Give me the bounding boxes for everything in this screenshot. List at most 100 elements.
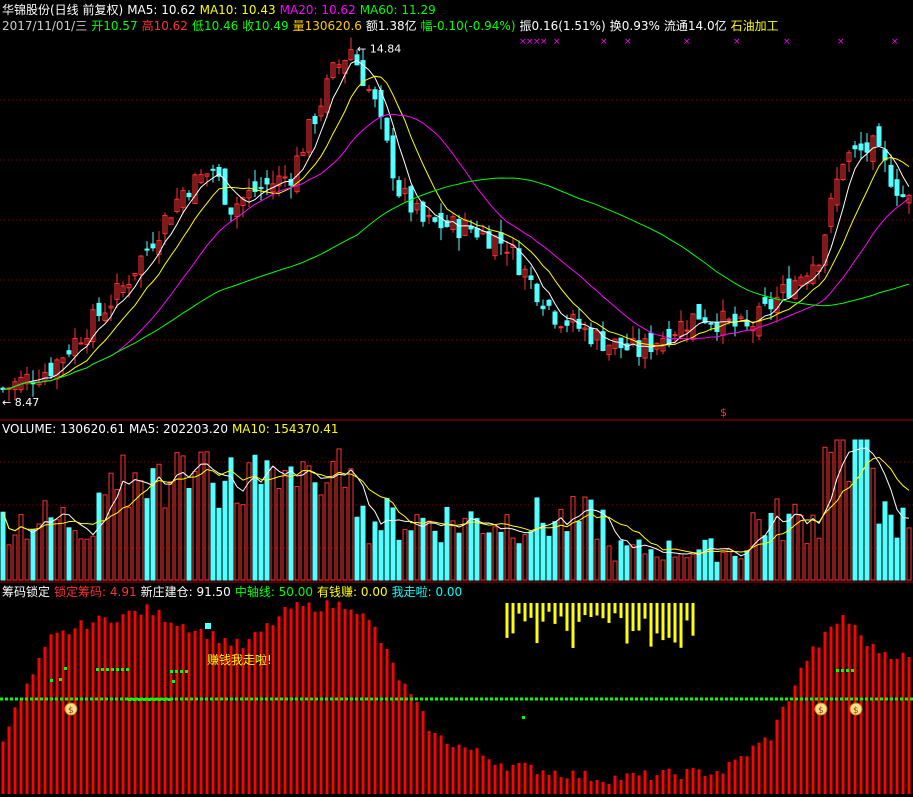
volume-bar xyxy=(36,523,42,581)
chip-lock-bar xyxy=(229,645,233,794)
open-value: 开10.57 xyxy=(91,19,138,33)
candle-body xyxy=(456,218,462,239)
volume-ma10: MA10: 154370.41 xyxy=(231,422,339,436)
chip-lock-bar xyxy=(1,741,5,794)
chip-lock-bar xyxy=(181,624,185,794)
candle-body xyxy=(732,313,738,327)
candle-body xyxy=(648,332,654,353)
volume-bar xyxy=(732,555,738,581)
signal-marker: × xyxy=(624,37,632,47)
chip-lock-bar xyxy=(607,783,611,794)
exit-bar xyxy=(559,603,563,617)
chart-canvas[interactable]: ← 14.84← 8.47$× × × × × × × × × × × ×赚钱我走啦!$ $ $ xyxy=(0,0,913,794)
volume-bar xyxy=(276,488,282,581)
mid-axis-dot xyxy=(50,697,53,701)
ma10-line xyxy=(2,75,910,390)
volume-bar xyxy=(456,532,462,581)
volume-bar xyxy=(576,521,582,581)
mid-axis-dot xyxy=(890,697,893,701)
exit-bar xyxy=(667,603,671,638)
candle-body xyxy=(558,326,564,329)
mid-axis-dot xyxy=(250,697,253,701)
chip-lock-bar xyxy=(577,778,581,794)
volume-bar xyxy=(462,517,468,581)
indicator-name: 筹码锁定 xyxy=(2,585,51,599)
volume-bar xyxy=(762,535,768,581)
mid-axis-dot xyxy=(760,697,763,701)
volume-bar xyxy=(330,460,336,581)
chip-lock-bar xyxy=(835,623,839,794)
volume-bar xyxy=(834,439,840,581)
mid-axis-dot xyxy=(320,697,323,701)
volume-bar xyxy=(30,529,36,581)
mid-axis-dot xyxy=(375,697,378,701)
mid-axis-dot xyxy=(80,697,83,701)
volume-bar xyxy=(282,470,288,581)
chip-lock-bar xyxy=(349,609,353,794)
chip-lock-bar xyxy=(127,610,131,794)
mid-axis-dot xyxy=(445,697,448,701)
mid-axis-dot xyxy=(585,697,588,701)
mid-axis-dot xyxy=(260,697,263,701)
new-bank-dot xyxy=(96,668,99,671)
mid-axis-dot xyxy=(615,697,618,701)
chip-lock-bar xyxy=(61,630,65,794)
mid-axis-dot xyxy=(295,697,298,701)
mid-axis-dot xyxy=(215,697,218,701)
chip-lock-bar xyxy=(109,622,113,794)
mid-axis-dot xyxy=(40,697,43,701)
coin-icon-label: $ xyxy=(818,706,824,716)
mid-axis-dot xyxy=(475,697,478,701)
high-price-label: ← 14.84 xyxy=(357,43,401,56)
mid-axis-dot xyxy=(560,697,563,701)
stock-chart[interactable]: ← 14.84 ← 8.47 $ × × × × × × × × × × × × 赚钱我走啦! $ $ $ 华锦股份… xyxy=(0,0,913,794)
chip-lock-bar xyxy=(715,770,719,794)
new-bank-dot xyxy=(170,670,173,673)
ma5-value: MA5: 10.62 xyxy=(127,3,196,17)
signal-dot xyxy=(59,678,62,681)
mid-axis-dot xyxy=(455,697,458,701)
mid-axis-dot xyxy=(695,697,698,701)
chip-lock-bar xyxy=(565,778,569,794)
chip-lock-bar xyxy=(409,694,413,794)
candle-body xyxy=(396,180,402,197)
mid-axis-dot xyxy=(500,697,503,701)
volume-value: 量130620.6 xyxy=(292,19,362,33)
mid-axis-dot xyxy=(345,697,348,701)
mid-axis-dot xyxy=(430,697,433,701)
mid-axis-dot xyxy=(15,697,18,701)
chip-lock-bar xyxy=(517,762,521,794)
mid-axis-dot xyxy=(805,697,808,701)
mid-axis-dot xyxy=(875,697,878,701)
mid-axis-dot xyxy=(690,697,693,701)
chip-lock-bar xyxy=(547,774,551,794)
volume-bar xyxy=(534,497,540,581)
volume-bar xyxy=(654,556,660,581)
chip-lock-bar xyxy=(811,646,815,794)
exit-bar xyxy=(583,603,587,616)
exit-bar xyxy=(571,603,575,648)
mid-axis-dot xyxy=(900,697,903,701)
volume-bar xyxy=(120,454,126,581)
volume-bar xyxy=(420,517,426,581)
mid-axis-dot xyxy=(440,697,443,701)
volume-bar xyxy=(300,461,306,581)
candle-body xyxy=(534,283,540,303)
volume-bar xyxy=(294,485,300,581)
chip-lock-bar xyxy=(727,761,731,794)
candle-body xyxy=(672,334,678,337)
signal-marker: × xyxy=(733,37,741,47)
mid-axis-dot xyxy=(275,697,278,701)
volume-bar xyxy=(252,454,258,581)
chip-lock-bar xyxy=(631,772,635,794)
chip-lock-bar xyxy=(769,740,773,794)
mid-axis-dot xyxy=(605,697,608,701)
chip-lock-bar xyxy=(331,607,335,794)
new-bank-dot xyxy=(836,669,839,672)
candle-body xyxy=(864,142,870,153)
exit-bar xyxy=(685,603,689,621)
chip-lock-bar xyxy=(595,780,599,794)
new-bank-dot xyxy=(163,698,166,701)
volume-bar xyxy=(354,516,360,581)
volume-bar xyxy=(306,465,312,581)
